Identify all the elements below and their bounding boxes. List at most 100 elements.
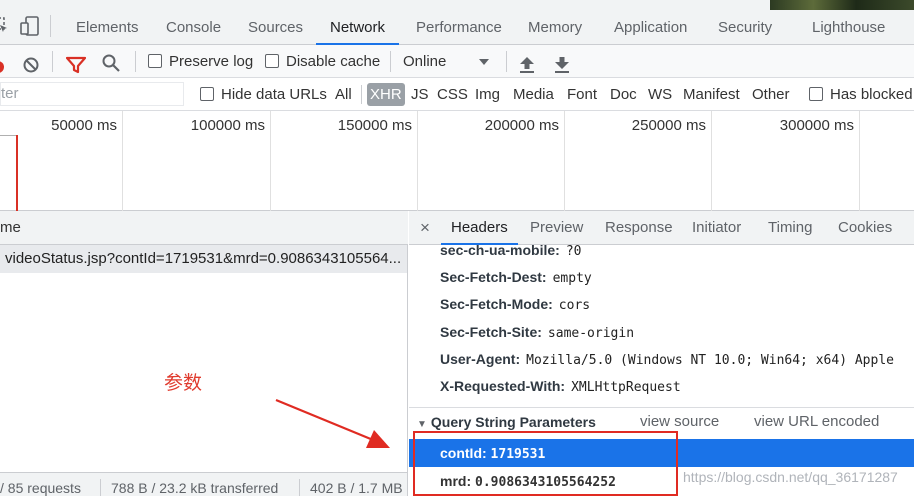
- throttling-value: Online: [403, 53, 447, 70]
- param-key-text: contId:: [440, 445, 487, 461]
- download-icon[interactable]: [554, 53, 570, 73]
- param-value: 1719531: [490, 447, 546, 462]
- tab-initiator[interactable]: Initiator: [692, 211, 741, 245]
- device-toolbar-icon[interactable]: [20, 16, 40, 39]
- param-key: mrd: 0.9086343105564252: [440, 467, 616, 496]
- view-source-link[interactable]: view source: [640, 410, 719, 434]
- tab-response[interactable]: Response: [605, 211, 673, 245]
- status-divider: [299, 479, 300, 496]
- filter-type-img[interactable]: Img: [475, 78, 500, 111]
- toolbar-divider: [135, 51, 136, 72]
- name-column-header[interactable]: me: [0, 211, 408, 245]
- param-key: contId: 1719531: [440, 439, 545, 469]
- status-divider: [100, 479, 101, 496]
- filter-type-ws[interactable]: WS: [648, 78, 672, 111]
- background-image-fragment: [770, 0, 914, 10]
- header-key: User-Agent:: [440, 351, 521, 367]
- devtools-tab-bar: Elements Console Sources Network Perform…: [0, 0, 914, 45]
- query-string-title: Query String Parameters: [430, 414, 596, 430]
- clear-icon[interactable]: [22, 53, 40, 73]
- tab-security[interactable]: Security: [718, 0, 772, 45]
- checkbox-box[interactable]: [809, 87, 823, 101]
- tab-sources[interactable]: Sources: [248, 0, 303, 45]
- toolbar-divider: [52, 51, 53, 72]
- filter-type-manifest[interactable]: Manifest: [683, 78, 740, 111]
- filter-bar: ter Hide data URLs All XHR JS CSS Img Me…: [0, 78, 914, 111]
- filter-type-xhr[interactable]: XHR: [367, 83, 405, 106]
- has-blocked-cookies-checkbox[interactable]: Has blocked: [809, 78, 913, 111]
- header-key: Sec-Fetch-Dest:: [440, 269, 547, 285]
- header-row: Sec-Fetch-Mode: cors: [440, 293, 590, 315]
- header-value: ?0: [565, 244, 582, 259]
- tab-application[interactable]: Application: [614, 0, 687, 45]
- throttling-select[interactable]: Online: [403, 45, 495, 78]
- header-key: Sec-Fetch-Site:: [440, 324, 542, 340]
- header-key: X-Requested-With:: [440, 378, 566, 394]
- tab-performance[interactable]: Performance: [416, 0, 502, 45]
- close-details-icon[interactable]: ×: [420, 211, 430, 245]
- tab-cookies[interactable]: Cookies: [838, 211, 892, 245]
- disable-cache-label: Disable cache: [286, 53, 381, 70]
- timeline-tick: 150000 ms: [271, 111, 418, 211]
- header-value: empty: [552, 271, 592, 286]
- resources-size: 402 B / 1.7 MB: [310, 480, 403, 496]
- timeline-request-bar: [0, 135, 16, 136]
- checkbox-box[interactable]: [200, 87, 214, 101]
- tab-network[interactable]: Network: [315, 0, 400, 45]
- header-key: sec-ch-ua-mobile:: [440, 242, 560, 258]
- toolbar-divider: [390, 51, 391, 72]
- inspect-element-icon[interactable]: [0, 17, 8, 36]
- search-icon[interactable]: [101, 52, 121, 72]
- param-key-text: mrd:: [440, 473, 472, 489]
- tab-console[interactable]: Console: [166, 0, 221, 45]
- upload-icon[interactable]: [519, 53, 535, 73]
- filter-icon[interactable]: [65, 53, 87, 74]
- tab-elements[interactable]: Elements: [76, 0, 139, 45]
- record-icon[interactable]: [0, 54, 6, 73]
- checkbox-box[interactable]: [265, 54, 279, 68]
- header-row: X-Requested-With: XMLHttpRequest: [440, 375, 681, 397]
- filter-input[interactable]: ter: [0, 82, 184, 106]
- filter-type-all[interactable]: All: [335, 78, 352, 111]
- annotation-arrow-icon: [275, 398, 390, 448]
- network-status-bar: / 85 requests 788 B / 23.2 kB transferre…: [0, 472, 407, 496]
- tab-timing[interactable]: Timing: [768, 211, 812, 245]
- filter-type-font[interactable]: Font: [567, 78, 597, 111]
- timeline-overview[interactable]: 50000 ms 100000 ms 150000 ms 200000 ms 2…: [0, 111, 914, 211]
- timeline-tick: 200000 ms: [418, 111, 565, 211]
- header-row: sec-ch-ua-mobile: ?0: [440, 239, 581, 261]
- toolbar-divider: [506, 51, 507, 72]
- filter-type-js[interactable]: JS: [411, 78, 429, 111]
- header-value: XMLHttpRequest: [571, 380, 681, 395]
- header-value: Mozilla/5.0 (Windows NT 10.0; Win64; x64…: [526, 353, 894, 368]
- filter-type-media[interactable]: Media: [513, 78, 554, 111]
- checkbox-box[interactable]: [148, 54, 162, 68]
- timeline-tick: 100000 ms: [123, 111, 271, 211]
- load-event-marker: [16, 135, 18, 211]
- view-url-encoded-link[interactable]: view URL encoded: [754, 410, 879, 434]
- filter-type-other[interactable]: Other: [752, 78, 790, 111]
- request-row[interactable]: videoStatus.jsp?contId=1719531&mrd=0.908…: [0, 245, 407, 273]
- filter-type-doc[interactable]: Doc: [610, 78, 637, 111]
- filter-type-css[interactable]: CSS: [437, 78, 468, 111]
- param-value: 0.9086343105564252: [475, 475, 616, 490]
- annotation-label: 参数: [164, 373, 203, 394]
- timeline-tick: 250000 ms: [565, 111, 712, 211]
- disable-cache-checkbox[interactable]: Disable cache: [265, 45, 380, 78]
- preserve-log-label: Preserve log: [169, 53, 254, 70]
- query-string-section-toggle[interactable]: ▼ Query String Parameters: [417, 410, 596, 434]
- filter-divider: [361, 85, 362, 104]
- preserve-log-checkbox[interactable]: Preserve log: [148, 45, 253, 78]
- request-count: / 85 requests: [0, 480, 81, 496]
- hide-data-urls-label: Hide data URLs: [221, 86, 327, 103]
- header-row: User-Agent: Mozilla/5.0 (Windows NT 10.0;…: [440, 348, 914, 370]
- header-value: cors: [558, 298, 591, 313]
- query-param-row[interactable]: contId: 1719531: [409, 439, 914, 467]
- has-blocked-label: Has blocked: [830, 86, 913, 103]
- header-value: same-origin: [547, 326, 635, 341]
- tab-memory[interactable]: Memory: [528, 0, 582, 45]
- section-divider: [409, 407, 914, 408]
- hide-data-urls-checkbox[interactable]: Hide data URLs: [200, 78, 327, 111]
- header-row: Sec-Fetch-Site: same-origin: [440, 321, 634, 343]
- header-key: Sec-Fetch-Mode:: [440, 296, 553, 312]
